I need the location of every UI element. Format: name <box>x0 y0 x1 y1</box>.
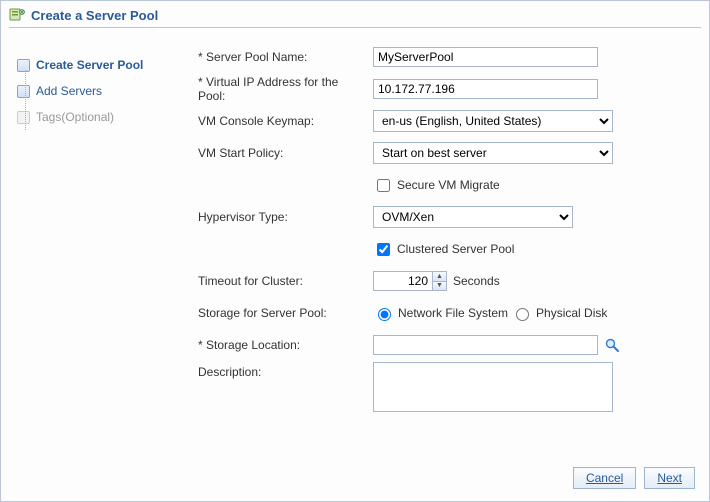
hypervisor-type-label: Hypervisor Type: <box>198 210 373 224</box>
keymap-select[interactable]: en-us (English, United States) <box>373 110 613 132</box>
nav-step-label: Create Server Pool <box>36 58 143 72</box>
nav-step-create-server-pool[interactable]: Create Server Pool <box>15 52 190 78</box>
title-bar: Create a Server Pool <box>1 1 709 27</box>
clustered-checkbox[interactable] <box>377 243 390 256</box>
storage-label: Storage for Server Pool: <box>198 306 373 320</box>
dialog-title: Create a Server Pool <box>31 8 158 23</box>
storage-location-input[interactable] <box>373 335 598 355</box>
server-pool-name-input[interactable] <box>373 47 598 67</box>
description-textarea[interactable] <box>373 362 613 412</box>
timeout-unit: Seconds <box>453 274 500 288</box>
cancel-button[interactable]: Cancel <box>573 467 636 489</box>
timeout-spinner-up[interactable]: ▲ <box>433 272 446 282</box>
timeout-spinner: ▲ ▼ <box>433 271 447 291</box>
server-pool-icon <box>9 7 25 23</box>
clustered-label: Clustered Server Pool <box>397 242 514 256</box>
secure-vm-migrate-label: Secure VM Migrate <box>397 178 500 192</box>
dialog-footer: Cancel Next <box>1 457 709 501</box>
timeout-label: Timeout for Cluster: <box>198 274 373 288</box>
server-pool-name-label: Server Pool Name: <box>198 50 373 64</box>
storage-disk-label: Physical Disk <box>536 306 607 320</box>
description-label: Description: <box>198 362 373 379</box>
nav-step-label: Add Servers <box>36 84 102 98</box>
form-panel: Server Pool Name: Virtual IP Address for… <box>190 42 695 457</box>
create-server-pool-dialog: Create a Server Pool Create Server Pool … <box>0 0 710 502</box>
nav-step-box-icon <box>17 59 30 72</box>
nav-step-box-icon <box>17 85 30 98</box>
wizard-nav: Create Server Pool Add Servers Tags(Opti… <box>15 42 190 457</box>
dialog-body: Create Server Pool Add Servers Tags(Opti… <box>1 28 709 457</box>
start-policy-label: VM Start Policy: <box>198 146 373 160</box>
next-button[interactable]: Next <box>644 467 695 489</box>
nav-connector-line <box>25 70 26 130</box>
keymap-label: VM Console Keymap: <box>198 114 373 128</box>
storage-disk-radio[interactable] <box>516 308 529 321</box>
start-policy-select[interactable]: Start on best server <box>373 142 613 164</box>
nav-step-add-servers[interactable]: Add Servers <box>15 78 190 104</box>
hypervisor-type-select[interactable]: OVM/Xen <box>373 206 573 228</box>
storage-location-label: Storage Location: <box>198 338 373 352</box>
timeout-input[interactable] <box>373 271 433 291</box>
nav-step-label: Tags(Optional) <box>36 110 114 124</box>
search-icon[interactable] <box>604 337 620 353</box>
storage-nfs-radio[interactable] <box>378 308 391 321</box>
nav-step-tags: Tags(Optional) <box>15 104 190 130</box>
secure-vm-migrate-checkbox[interactable] <box>377 179 390 192</box>
virtual-ip-input[interactable] <box>373 79 598 99</box>
virtual-ip-label: Virtual IP Address for the Pool: <box>198 75 373 103</box>
nav-step-box-icon <box>17 111 30 124</box>
timeout-spinner-down[interactable]: ▼ <box>433 282 446 291</box>
storage-nfs-label: Network File System <box>398 306 508 320</box>
